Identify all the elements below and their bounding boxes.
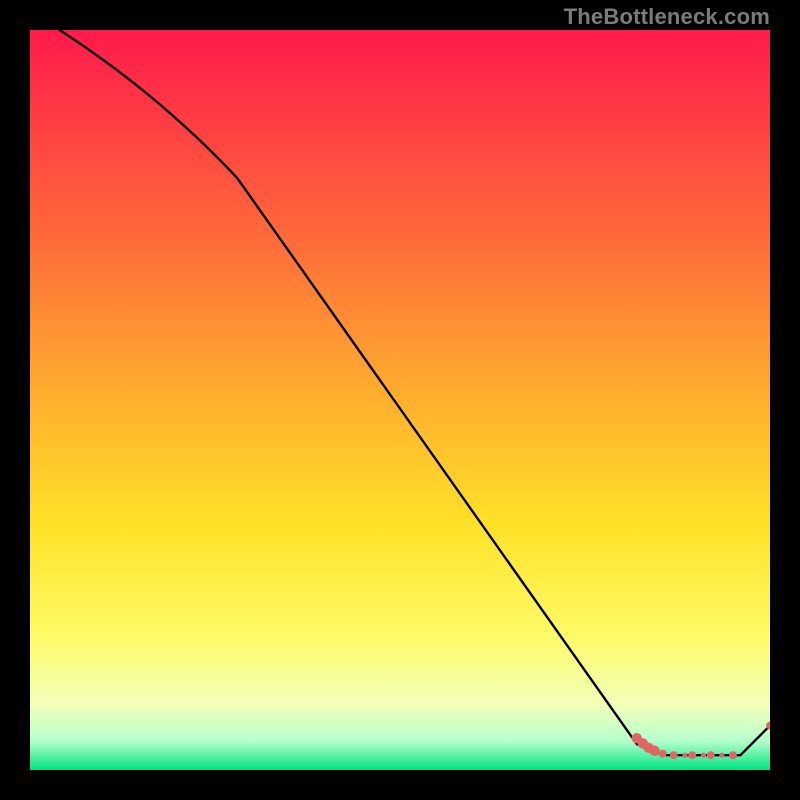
optimum-marker [729,751,737,759]
optimum-marker [688,751,696,759]
chart-plot-area [30,30,770,770]
optimum-marker [670,751,678,759]
gradient-line-chart [30,30,770,770]
optimum-marker [649,746,659,756]
optimum-marker [719,753,724,758]
optimum-marker [707,751,715,759]
watermark-text: TheBottleneck.com [564,4,770,30]
optimum-marker [701,753,706,758]
optimum-marker [659,750,667,758]
optimum-marker [682,753,687,758]
gradient-background [30,30,770,770]
